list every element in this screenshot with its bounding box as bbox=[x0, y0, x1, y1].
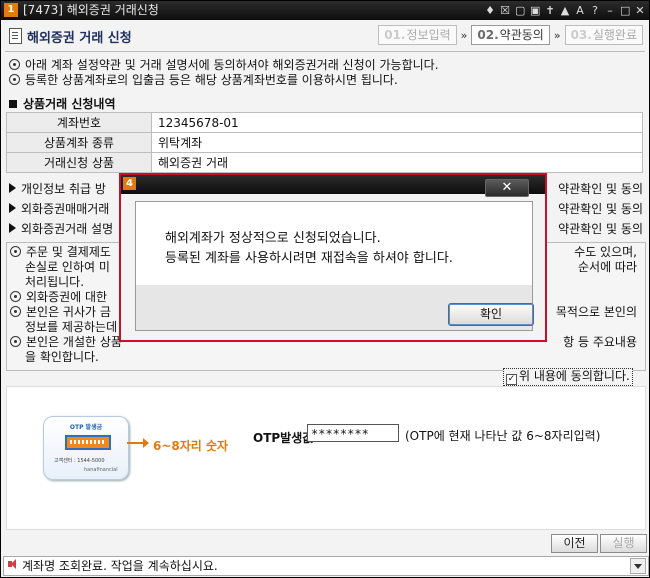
table-row: 상품계좌 종류 위탁계좌 bbox=[6, 132, 643, 153]
otp-hint: (OTP에 현재 나타난 값 6~8자리입력) bbox=[405, 429, 601, 443]
step-1-label: 정보입력 bbox=[406, 28, 451, 42]
window-number-badge: 1 bbox=[4, 3, 18, 17]
step-2: 02.약관동의 bbox=[471, 25, 550, 45]
up-icon[interactable]: ✝ bbox=[545, 2, 555, 19]
row-label: 거래신청 상품 bbox=[6, 152, 152, 173]
table-row: 거래신청 상품 해외증권 거래 bbox=[6, 152, 643, 173]
otp-card-brand: hanafinancial bbox=[84, 467, 118, 473]
step-3-label: 실행완료 bbox=[592, 28, 637, 42]
expand-arrow-icon[interactable] bbox=[9, 223, 16, 233]
otp-input[interactable]: ******** bbox=[307, 424, 399, 442]
lock-icon[interactable]: ▲ bbox=[560, 2, 570, 19]
expand-arrow-icon[interactable] bbox=[9, 203, 16, 213]
notice-item: 등록한 상품계좌로의 입출금 등은 해당 상품계좌번호를 이용하시면 됩니다. bbox=[9, 73, 639, 88]
dialog-number-badge: 4 bbox=[123, 177, 136, 190]
page-title: 해외증권 거래 신청 bbox=[27, 31, 132, 46]
step-1-number: 01. bbox=[384, 28, 406, 42]
ok-button[interactable]: 확인 bbox=[448, 303, 534, 326]
agree-checkbox[interactable]: ✓ 위 내용에 동의합니다. bbox=[503, 368, 633, 386]
agree-checkbox-label[interactable]: 위 내용에 동의합니다. bbox=[519, 369, 630, 383]
agreement-confirm-link[interactable]: 약관확인 및 동의 bbox=[558, 219, 643, 239]
dialog-title-bar[interactable]: 4 ✕ bbox=[121, 175, 545, 197]
otp-screen-icon bbox=[65, 435, 111, 450]
close-icon[interactable]: ✕ bbox=[635, 2, 645, 19]
table-row: 계좌번호 12345678-01 bbox=[6, 112, 643, 133]
arrow-right-icon bbox=[143, 438, 149, 448]
expand-arrow-icon[interactable] bbox=[9, 183, 16, 193]
step-arrow-icon: » bbox=[460, 28, 468, 42]
speaker-icon bbox=[8, 559, 16, 569]
grid-icon[interactable]: ▢ bbox=[515, 2, 525, 19]
dropdown-arrow-icon[interactable] bbox=[630, 558, 646, 574]
page-header: 해외증권 거래 신청 01.정보입력 » 02.약관동의 » 03.실행완료 bbox=[5, 23, 645, 49]
otp-panel: OTP 발생금 고객센터 : 1544-5000 hanafinancial 6… bbox=[6, 386, 646, 530]
agreement-confirm-link[interactable]: 약관확인 및 동의 bbox=[558, 199, 643, 219]
notice-item: 아래 계좌 설정약관 및 거래 설명서에 동의하셔야 해외증권거래 신청이 가능… bbox=[9, 58, 639, 73]
status-message: 계좌명 조회완료. 작업을 계속하십시요. bbox=[22, 559, 218, 573]
a-icon[interactable]: A bbox=[575, 2, 585, 19]
title-bar[interactable]: 1 [7473] 해외증권 거래신청 ♦ ☒ ▢ ▣ ✝ ▲ A ? – □ ✕ bbox=[1, 1, 649, 20]
step-3: 03.실행완료 bbox=[564, 25, 643, 45]
mail-icon[interactable]: ☒ bbox=[500, 2, 510, 19]
main-window: 1 [7473] 해외증권 거래신청 ♦ ☒ ▢ ▣ ✝ ▲ A ? – □ ✕… bbox=[0, 0, 650, 578]
otp-field-label: OTP발생값 bbox=[253, 431, 314, 445]
title-bar-icons: ♦ ☒ ▢ ▣ ✝ ▲ A ? – □ ✕ bbox=[485, 2, 645, 19]
dialog-message-line-1: 해외계좌가 정상적으로 신청되었습니다. bbox=[165, 231, 381, 246]
run-button[interactable]: 실행 bbox=[600, 534, 647, 553]
bullet-circle-icon bbox=[10, 291, 21, 302]
dialog-close-icon[interactable]: ✕ bbox=[485, 179, 529, 197]
status-bar: 계좌명 조회완료. 작업을 계속하십시요. bbox=[3, 556, 649, 576]
agreement-confirm-link[interactable]: 약관확인 및 동의 bbox=[558, 179, 643, 199]
otp-card-title: OTP 발생금 bbox=[69, 424, 103, 431]
step-3-number: 03. bbox=[570, 28, 592, 42]
pin-icon[interactable]: ♦ bbox=[485, 2, 495, 19]
otp-card-phone: 고객센터 : 1544-5000 bbox=[54, 458, 105, 464]
square-bullet-icon bbox=[9, 100, 17, 108]
otp-card-image: OTP 발생금 고객센터 : 1544-5000 hanafinancial bbox=[43, 416, 129, 480]
step-1: 01.정보입력 bbox=[378, 25, 457, 45]
checkbox-check-icon[interactable]: ✓ bbox=[506, 374, 517, 385]
dialog-body: 해외계좌가 정상적으로 신청되었습니다. 등록된 계좌를 사용하시려면 재접속을… bbox=[135, 201, 534, 331]
bullet-circle-icon bbox=[9, 59, 20, 70]
bullet-circle-icon bbox=[10, 336, 21, 347]
bullet-circle-icon bbox=[10, 246, 21, 257]
row-value: 해외증권 거래 bbox=[151, 152, 643, 173]
help-icon[interactable]: ? bbox=[590, 2, 600, 19]
window-title: [7473] 해외증권 거래신청 bbox=[23, 3, 159, 17]
row-value: 위탁계좌 bbox=[151, 132, 643, 153]
row-label: 상품계좌 종류 bbox=[6, 132, 152, 153]
document-icon bbox=[9, 28, 22, 44]
dialog-message-line-2: 등록된 계좌를 사용하시려면 재접속을 하셔야 합니다. bbox=[165, 251, 453, 266]
dialog-message-area: 해외계좌가 정상적으로 신청되었습니다. 등록된 계좌를 사용하시려면 재접속을… bbox=[136, 202, 532, 285]
step-2-label: 약관동의 bbox=[499, 28, 544, 42]
bullet-circle-icon bbox=[9, 74, 20, 85]
agreement-line: 을 확인합니다. bbox=[25, 350, 99, 364]
step-arrow-icon: » bbox=[553, 28, 561, 42]
confirmation-dialog: 4 ✕ 해외계좌가 정상적으로 신청되었습니다. 등록된 계좌를 사용하시려면 … bbox=[119, 173, 547, 342]
row-label: 계좌번호 bbox=[6, 112, 152, 133]
otp-digits-label: 6~8자리 숫자 bbox=[153, 439, 229, 453]
window-icon[interactable]: ▣ bbox=[530, 2, 540, 19]
notice-list: 아래 계좌 설정약관 및 거래 설명서에 동의하셔야 해외증권거래 신청이 가능… bbox=[9, 58, 639, 88]
step-indicator: 01.정보입력 » 02.약관동의 » 03.실행완료 bbox=[378, 25, 643, 45]
minimize-icon[interactable]: – bbox=[605, 2, 615, 19]
prev-button[interactable]: 이전 bbox=[551, 534, 598, 553]
bullet-circle-icon bbox=[10, 306, 21, 317]
row-value: 12345678-01 bbox=[151, 112, 643, 133]
divider bbox=[5, 51, 645, 52]
step-2-number: 02. bbox=[477, 28, 499, 42]
application-info-table: 계좌번호 12345678-01 상품계좌 종류 위탁계좌 거래신청 상품 해외증권 … bbox=[6, 112, 643, 173]
maximize-icon[interactable]: □ bbox=[620, 2, 630, 19]
section-title: 상품거래 신청내역 bbox=[9, 95, 116, 112]
